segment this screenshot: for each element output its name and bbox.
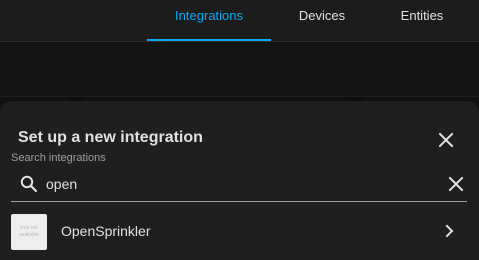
page-backdrop xyxy=(0,42,479,97)
tab-devices[interactable]: Devices xyxy=(272,0,372,40)
active-tab-indicator xyxy=(147,39,271,41)
close-button[interactable] xyxy=(434,128,458,152)
search-input[interactable] xyxy=(46,172,426,196)
clear-icon xyxy=(448,176,464,192)
magnify-icon xyxy=(20,175,38,193)
integration-name: OpenSprinkler xyxy=(61,223,151,239)
add-integration-dialog: Set up a new integration Search integrat… xyxy=(0,101,479,260)
search-label: Search integrations xyxy=(11,152,106,164)
brand-placeholder-icon: icon not available xyxy=(11,214,47,250)
integration-list-item[interactable]: icon not available OpenSprinkler xyxy=(0,208,479,256)
brand-placeholder-text: icon not available xyxy=(19,225,39,238)
chevron-right-icon xyxy=(445,224,454,238)
search-underline xyxy=(11,201,467,202)
tab-entities[interactable]: Entities xyxy=(372,0,472,40)
page: Integrations Devices Entities Set up a n… xyxy=(0,0,479,260)
close-icon xyxy=(438,132,454,148)
clear-search-button[interactable] xyxy=(445,173,467,195)
dialog-title: Set up a new integration xyxy=(18,129,203,146)
tab-bar: Integrations Devices Entities xyxy=(0,0,479,42)
tab-integrations[interactable]: Integrations xyxy=(147,0,271,40)
